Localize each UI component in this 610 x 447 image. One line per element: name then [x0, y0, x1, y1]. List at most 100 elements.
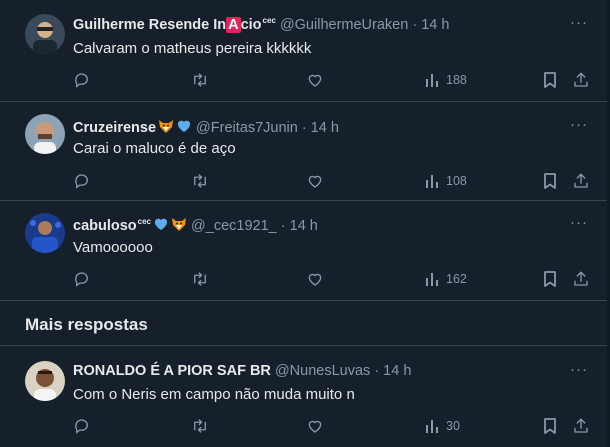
blue-heart-emoji-icon: [176, 118, 192, 138]
display-name[interactable]: cabuloso: [73, 218, 137, 234]
share-button[interactable]: [572, 171, 590, 191]
action-bar: 162: [0, 269, 610, 289]
tweet[interactable]: RONALDO É A PIOR SAF BR @NunesLuvas · 14…: [0, 346, 610, 447]
reply-button[interactable]: [73, 416, 91, 436]
views-button[interactable]: 188: [424, 70, 467, 90]
bookmark-button[interactable]: [542, 416, 558, 436]
reply-button[interactable]: [73, 269, 91, 289]
views-button[interactable]: 162: [424, 269, 467, 289]
views-icon: [424, 173, 440, 189]
retweet-icon: [190, 71, 210, 89]
badge: cec: [262, 16, 276, 25]
share-icon: [572, 172, 590, 190]
bookmark-icon: [542, 270, 558, 288]
like-button[interactable]: [306, 416, 324, 436]
display-name[interactable]: RONALDO É A PIOR SAF BR: [73, 363, 271, 379]
retweet-button[interactable]: [190, 416, 210, 436]
share-icon: [572, 71, 590, 89]
views-button[interactable]: 30: [424, 416, 460, 436]
tweet-text: Calvaram o matheus pereira kkkkkk: [73, 40, 312, 57]
reply-icon: [73, 270, 91, 288]
section-heading-more-replies: Mais respostas: [25, 315, 148, 334]
like-icon: [306, 270, 324, 288]
avatar[interactable]: [25, 14, 65, 54]
like-button[interactable]: [306, 171, 324, 191]
separator: ·: [374, 363, 380, 379]
retweet-icon: [190, 270, 210, 288]
display-name[interactable]: Cruzeirense: [73, 120, 156, 136]
retweet-button[interactable]: [190, 70, 210, 90]
views-icon: [424, 418, 440, 434]
avatar[interactable]: [25, 114, 65, 154]
bookmark-icon: [542, 417, 558, 435]
bookmark-button[interactable]: [542, 269, 558, 289]
tweet[interactable]: cabulosocec @_cec1921_ · 14 h ··· Vamooo…: [0, 200, 610, 301]
handle[interactable]: @Freitas7Junin: [196, 120, 298, 136]
retweet-button[interactable]: [190, 171, 210, 191]
share-button[interactable]: [572, 70, 590, 90]
tweet[interactable]: Cruzeirense @Freitas7Junin · 14 h ··· Ca…: [0, 101, 610, 201]
like-icon: [306, 417, 324, 435]
more-options-button[interactable]: ···: [570, 214, 588, 231]
timestamp[interactable]: 14 h: [290, 218, 318, 234]
handle[interactable]: @_cec1921_: [191, 218, 277, 234]
views-icon: [424, 72, 440, 88]
separator: ·: [280, 218, 286, 234]
views-button[interactable]: 108: [424, 171, 467, 191]
like-icon: [306, 71, 324, 89]
tweet[interactable]: Guilherme Resende In Aciocec @GuilhermeUr…: [0, 0, 610, 102]
action-bar: 108: [0, 171, 610, 191]
tweet-header: Guilherme Resende In Aciocec @GuilhermeUr…: [73, 16, 449, 33]
tweet-header: RONALDO É A PIOR SAF BR @NunesLuvas · 14…: [73, 363, 411, 379]
tweet-text: Carai o maluco é de aço: [73, 140, 236, 157]
separator: ·: [301, 120, 307, 136]
separator: ·: [412, 16, 418, 33]
reply-icon: [73, 71, 91, 89]
share-button[interactable]: [572, 269, 590, 289]
tweet-header: cabulosocec @_cec1921_ · 14 h: [73, 216, 318, 236]
name-red-letter: A: [226, 16, 241, 33]
avatar[interactable]: [25, 361, 65, 401]
reply-button[interactable]: [73, 70, 91, 90]
bookmark-icon: [542, 172, 558, 190]
avatar[interactable]: [25, 213, 65, 253]
bookmark-button[interactable]: [542, 70, 558, 90]
more-options-button[interactable]: ···: [570, 361, 588, 378]
reply-icon: [73, 417, 91, 435]
bookmark-icon: [542, 71, 558, 89]
handle[interactable]: @GuilhermeUraken: [280, 17, 408, 33]
display-name[interactable]: Guilherme Resende In Acio: [73, 16, 262, 33]
fox-emoji-icon: [171, 216, 187, 236]
timestamp[interactable]: 14 h: [421, 17, 449, 33]
views-count: 188: [446, 73, 467, 87]
views-count: 162: [446, 272, 467, 286]
badge: cec: [137, 217, 152, 227]
retweet-button[interactable]: [190, 269, 210, 289]
views-count: 30: [446, 419, 460, 433]
views-icon: [424, 271, 440, 287]
tweet-text: Com o Neris em campo não muda muito n: [73, 386, 355, 403]
handle[interactable]: @NunesLuvas: [275, 363, 370, 379]
action-bar: 188: [0, 70, 610, 90]
fox-emoji-icon: [158, 118, 174, 138]
share-icon: [572, 270, 590, 288]
tweet-header: Cruzeirense @Freitas7Junin · 14 h: [73, 118, 339, 138]
timestamp[interactable]: 14 h: [311, 120, 339, 136]
like-icon: [306, 172, 324, 190]
like-button[interactable]: [306, 269, 324, 289]
share-button[interactable]: [572, 416, 590, 436]
action-bar: 30: [0, 416, 610, 436]
reply-button[interactable]: [73, 171, 91, 191]
more-options-button[interactable]: ···: [570, 14, 588, 31]
reply-icon: [73, 172, 91, 190]
bookmark-button[interactable]: [542, 171, 558, 191]
more-options-button[interactable]: ···: [570, 116, 588, 133]
timestamp[interactable]: 14 h: [383, 363, 411, 379]
share-icon: [572, 417, 590, 435]
views-count: 108: [446, 174, 467, 188]
retweet-icon: [190, 417, 210, 435]
tweet-text: Vamoooooo: [73, 239, 153, 256]
like-button[interactable]: [306, 70, 324, 90]
blue-heart-emoji-icon: [153, 216, 169, 236]
retweet-icon: [190, 172, 210, 190]
